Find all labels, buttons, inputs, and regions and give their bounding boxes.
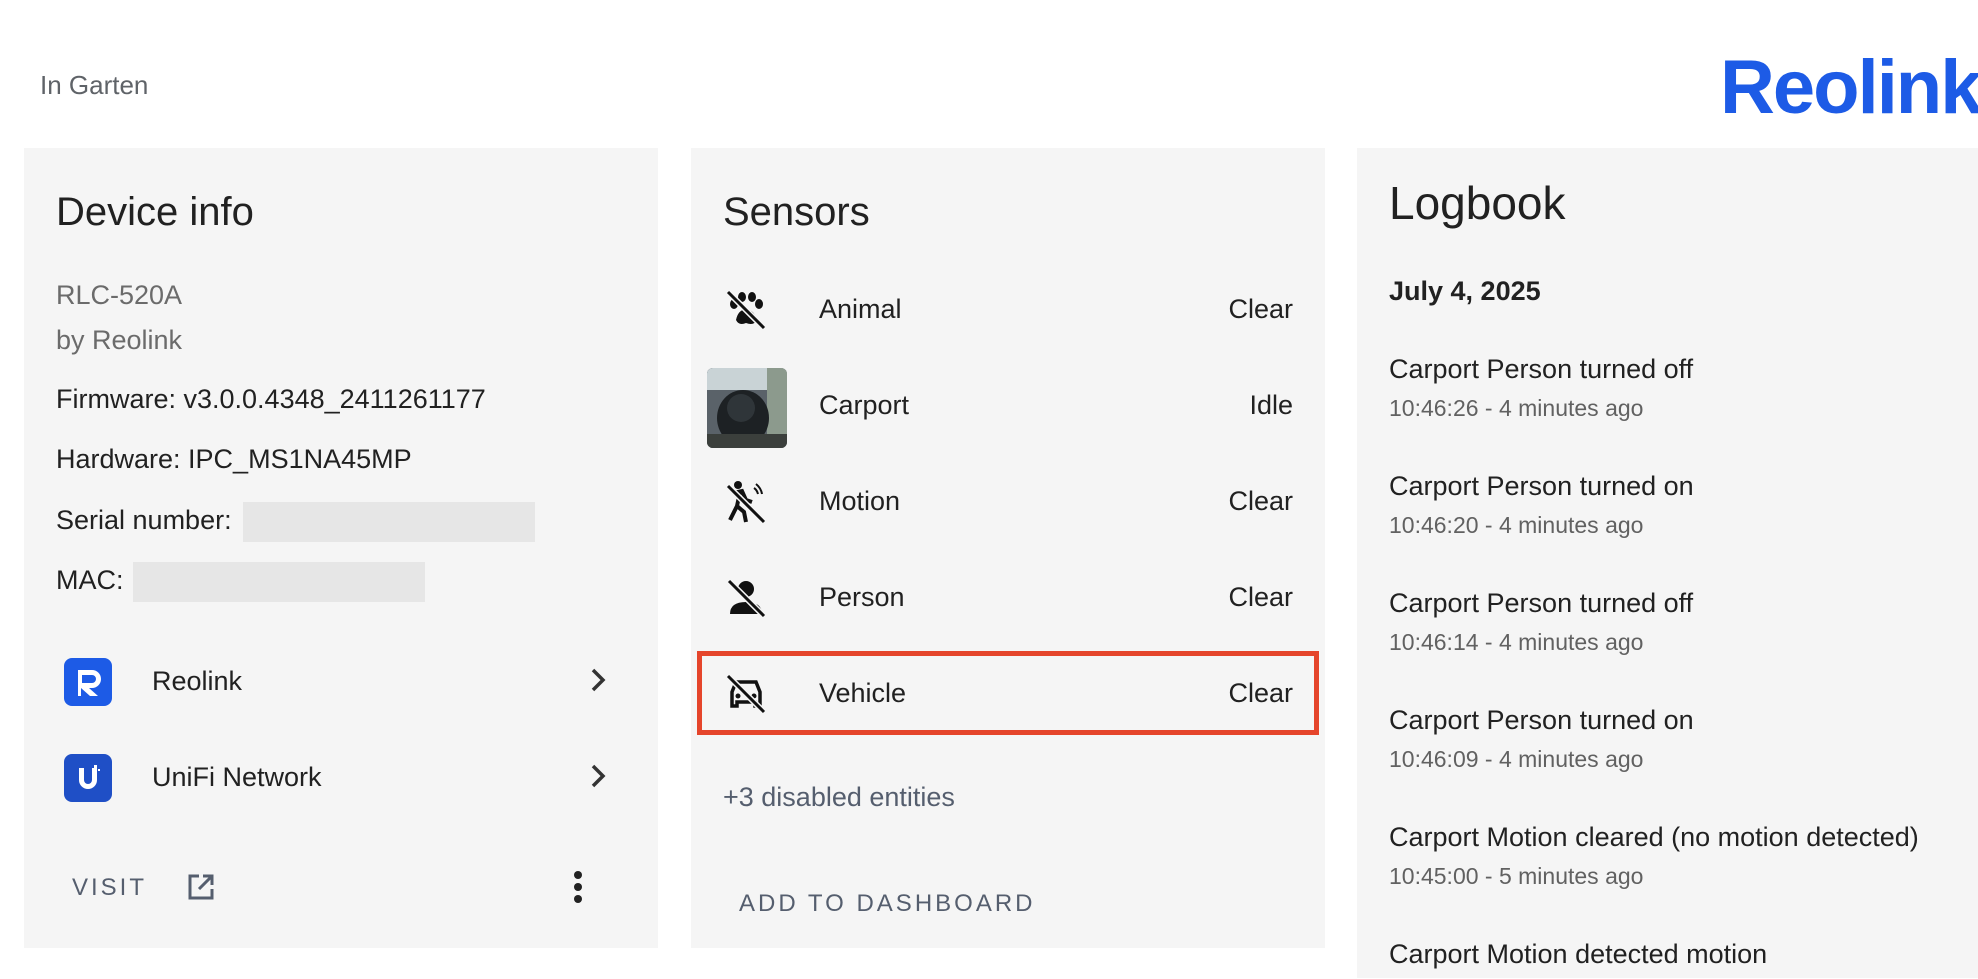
log-time: 10:46:14 - 4 minutes ago	[1389, 629, 1644, 655]
reolink-brand-logo: Reolink	[1720, 45, 1978, 130]
log-time: 10:46:09 - 4 minutes ago	[1389, 746, 1644, 772]
log-entry[interactable]: Carport Motion detected motion	[1389, 939, 1978, 979]
logbook-date: July 4, 2025	[1389, 276, 1541, 306]
serial-redacted	[243, 502, 536, 542]
log-entry[interactable]: Carport Motion cleared (no motion detect…	[1389, 822, 1978, 902]
sensor-row-motion[interactable]: Motion Clear	[691, 458, 1325, 550]
more-options-icon[interactable]	[568, 870, 588, 906]
device-manufacturer: by Reolink	[56, 325, 183, 355]
log-message: Carport Person turned off	[1389, 354, 1694, 384]
device-serial: Serial number:	[56, 502, 536, 542]
vehicle-row-highlight	[697, 651, 1319, 735]
account-off-icon	[724, 576, 768, 620]
logbook-card: Logbook July 4, 2025 Carport Person turn…	[1357, 148, 1978, 978]
sensor-name: Motion	[819, 486, 901, 516]
device-firmware: Firmware: v3.0.0.4348_2411261177	[56, 384, 486, 414]
sensors-card: Sensors Animal Clear Carport Idle Motion…	[691, 148, 1325, 948]
motion-sensor-off-icon	[724, 480, 768, 525]
visit-label: VISIT	[72, 874, 148, 901]
log-entry[interactable]: Carport Person turned on 10:46:09 - 4 mi…	[1389, 705, 1978, 785]
sensor-state: Clear	[1228, 294, 1293, 324]
log-message: Carport Person turned off	[1389, 588, 1694, 618]
log-time: 10:46:26 - 4 minutes ago	[1389, 395, 1644, 421]
device-info-title: Device info	[56, 190, 254, 234]
log-time: 10:45:00 - 5 minutes ago	[1389, 863, 1644, 889]
unifi-logo-icon	[64, 754, 112, 802]
area-label: In Garten	[40, 70, 149, 100]
sensor-row-person[interactable]: Person Clear	[691, 554, 1325, 646]
sensor-state: Clear	[1228, 582, 1293, 612]
sensors-title: Sensors	[723, 190, 870, 234]
paw-off-icon	[724, 288, 768, 332]
chevron-right-icon	[588, 666, 608, 699]
log-message: Carport Person turned on	[1389, 705, 1694, 735]
sensor-row-animal[interactable]: Animal Clear	[691, 266, 1325, 358]
log-message: Carport Motion cleared (no motion detect…	[1389, 822, 1919, 852]
disabled-entities-link[interactable]: +3 disabled entities	[723, 782, 955, 813]
sensor-state: Idle	[1249, 390, 1293, 420]
visit-button[interactable]: VISIT	[72, 866, 214, 910]
camera-thumbnail	[707, 368, 787, 448]
log-entry[interactable]: Carport Person turned off 10:46:26 - 4 m…	[1389, 354, 1978, 434]
device-mac: MAC:	[56, 562, 426, 602]
mac-redacted	[133, 562, 426, 602]
sensor-name: Carport	[819, 390, 910, 420]
mac-label: MAC:	[56, 565, 124, 596]
device-model: RLC-520A	[56, 280, 183, 310]
log-message: Carport Person turned on	[1389, 471, 1694, 501]
open-in-new-icon	[186, 872, 216, 907]
device-hardware: Hardware: IPC_MS1NA45MP	[56, 444, 412, 474]
log-entry[interactable]: Carport Person turned off 10:46:14 - 4 m…	[1389, 588, 1978, 668]
add-to-dashboard-button[interactable]: ADD TO DASHBOARD	[739, 890, 1036, 918]
integration-unifi[interactable]: UniFi Network	[24, 734, 658, 824]
sensor-row-carport[interactable]: Carport Idle	[691, 362, 1325, 454]
sensor-name: Animal	[819, 294, 902, 324]
log-entry[interactable]: Carport Person turned on 10:46:20 - 4 mi…	[1389, 471, 1978, 551]
chevron-right-icon	[588, 762, 608, 795]
sensor-name: Person	[819, 582, 905, 612]
log-message: Carport Motion detected motion	[1389, 939, 1768, 969]
integration-label: Reolink	[152, 666, 243, 696]
sensor-state: Clear	[1228, 486, 1293, 516]
integration-label: UniFi Network	[152, 762, 322, 792]
reolink-logo-icon	[64, 658, 112, 706]
device-info-card: Device info RLC-520A by Reolink Firmware…	[24, 148, 658, 948]
logbook-title: Logbook	[1389, 177, 1566, 229]
integration-reolink[interactable]: Reolink	[24, 638, 658, 728]
serial-label: Serial number:	[56, 505, 232, 536]
log-time: 10:46:20 - 4 minutes ago	[1389, 512, 1644, 538]
